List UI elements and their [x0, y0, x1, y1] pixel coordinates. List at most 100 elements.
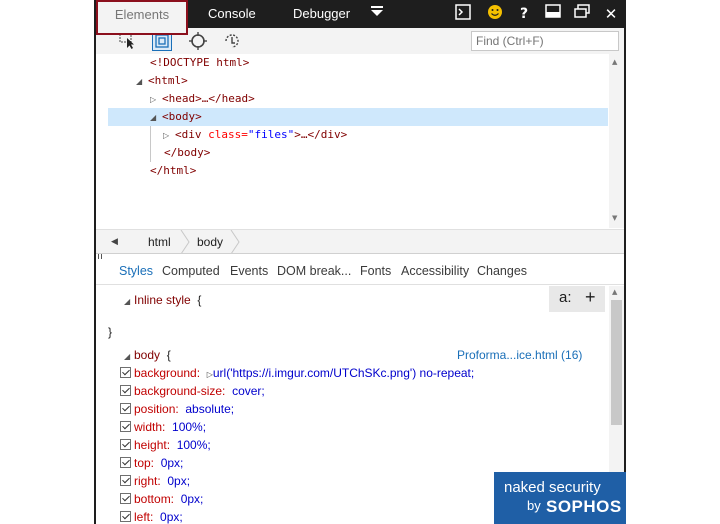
breadcrumb-separator [180, 230, 190, 254]
dom-scrollbar[interactable]: ▲ ▼ [609, 54, 624, 228]
css-property-row: bottom: 0px; [120, 490, 203, 508]
pseudo-class-toggle-button[interactable]: a: [559, 289, 572, 306]
rule-source-link[interactable]: Proforma...ice.html (16) [457, 346, 582, 364]
property-checkbox[interactable] [120, 439, 131, 450]
smiley-feedback-icon[interactable] [485, 4, 505, 24]
target-icon[interactable] [188, 31, 208, 51]
property-checkbox[interactable] [120, 475, 131, 486]
tab-fonts[interactable]: Fonts [360, 264, 391, 278]
indent-guide [150, 126, 151, 162]
find-input[interactable] [471, 31, 619, 51]
dom-node-div-files[interactable]: ▷ <div class="files">…</div> [163, 126, 347, 144]
styles-tabbar: Styles Computed Events DOM break... Font… [96, 259, 624, 285]
brace-open: { [166, 348, 171, 362]
doctype-text: <!DOCTYPE html> [150, 56, 250, 69]
logo-line1: naked security [504, 479, 601, 496]
brace-close: } [108, 325, 113, 339]
property-name[interactable]: top: [134, 456, 154, 470]
dom-node-body-selected[interactable]: ◢ <body> [108, 108, 608, 126]
dom-node-html[interactable]: ◢ <html> [136, 72, 188, 90]
breadcrumb-html[interactable]: html [148, 235, 171, 249]
help-icon[interactable]: ? [514, 4, 534, 24]
breadcrumb-label: body [197, 235, 224, 249]
tab-console[interactable]: Console [208, 0, 256, 28]
dom-node-head[interactable]: ▷ <head>…</head> [150, 90, 255, 108]
breadcrumb-back-icon[interactable]: ◀ [111, 236, 118, 247]
breadcrumb-separator [230, 230, 240, 254]
dock-bottom-icon[interactable] [543, 4, 563, 24]
scroll-up-icon[interactable]: ▲ [612, 58, 617, 66]
head-tag: <head>…</head> [162, 92, 255, 105]
property-checkbox[interactable] [120, 367, 131, 378]
property-name[interactable]: left: [134, 510, 153, 524]
breadcrumb-body[interactable]: body [197, 235, 223, 249]
property-name[interactable]: position: [134, 402, 179, 416]
tab-computed[interactable]: Computed [162, 264, 220, 278]
tab-styles[interactable]: Styles [119, 264, 153, 278]
property-checkbox[interactable] [120, 385, 131, 396]
property-checkbox[interactable] [120, 493, 131, 504]
property-name[interactable]: width: [134, 420, 165, 434]
collapse-triangle-icon[interactable]: ◢ [150, 109, 162, 127]
collapse-triangle-icon[interactable]: ◢ [124, 293, 134, 311]
new-rule-button[interactable]: + [585, 287, 596, 308]
property-value[interactable]: 0px; [161, 456, 184, 470]
property-name[interactable]: right: [134, 474, 161, 488]
inline-style-label: Inline style [134, 293, 191, 307]
scrollbar-thumb[interactable] [611, 300, 622, 425]
property-checkbox[interactable] [120, 421, 131, 432]
body-tag: <body> [162, 110, 202, 123]
property-value[interactable]: 0px; [160, 510, 183, 524]
tab-accessibility[interactable]: Accessibility [401, 264, 469, 278]
property-name[interactable]: background: [134, 366, 200, 380]
source-link-text: Proforma...ice.html (16) [457, 348, 583, 362]
property-value[interactable]: 0px; [167, 474, 190, 488]
dom-node-body-close: </body> [164, 144, 210, 162]
dom-node-html-close: </html> [150, 162, 196, 180]
dom-node-doctype[interactable]: <!DOCTYPE html> [150, 54, 249, 72]
tab-dom-breakpoints[interactable]: DOM break... [277, 264, 351, 278]
expand-triangle-icon[interactable]: ▷ [163, 127, 175, 145]
breadcrumb-label: html [148, 235, 171, 249]
css-property-row: top: 0px; [120, 454, 183, 472]
more-tabs-dropdown-icon[interactable] [367, 4, 387, 24]
property-checkbox[interactable] [120, 457, 131, 468]
css-property-row: position: absolute; [120, 400, 234, 418]
tab-label: Elements [114, 7, 170, 22]
attr-name: class= [208, 128, 248, 141]
property-name[interactable]: height: [134, 438, 170, 452]
body-close-tag: </body> [164, 146, 211, 159]
property-value[interactable]: 100%; [172, 420, 206, 434]
rule-selector: body [134, 348, 161, 362]
collapse-triangle-icon[interactable]: ◢ [136, 73, 148, 91]
expand-triangle-icon[interactable]: ▷ [150, 91, 162, 109]
css-property-row: background-size: cover; [120, 382, 265, 400]
tab-label: Console [208, 6, 256, 21]
property-value[interactable]: 0px; [181, 492, 204, 506]
property-value[interactable]: url('https://i.imgur.com/UTChSKc.png') n… [213, 366, 474, 380]
naked-security-logo: naked security by SOPHOS [494, 472, 626, 524]
scroll-up-icon[interactable]: ▲ [612, 288, 617, 296]
logo-brand: SOPHOS [546, 497, 622, 516]
property-name[interactable]: bottom: [134, 492, 174, 506]
devtools-window: Elements Console Debugger ? ✕ Find (Ctrl… [94, 0, 626, 524]
property-value[interactable]: 100%; [177, 438, 211, 452]
console-prompt-icon[interactable] [453, 4, 473, 24]
property-value[interactable]: cover; [232, 384, 265, 398]
css-property-row: width: 100%; [120, 418, 206, 436]
touch-icon[interactable] [222, 31, 242, 51]
property-checkbox[interactable] [120, 403, 131, 414]
inline-style-close: } [108, 323, 112, 341]
property-name[interactable]: background-size: [134, 384, 225, 398]
tab-events[interactable]: Events [230, 264, 268, 278]
undock-icon[interactable] [572, 4, 592, 24]
html-close-tag: </html> [150, 164, 197, 177]
property-checkbox[interactable] [120, 511, 131, 522]
scroll-down-icon[interactable]: ▼ [612, 214, 617, 222]
tab-elements[interactable]: Elements [96, 0, 188, 35]
tab-debugger[interactable]: Debugger [293, 0, 350, 28]
close-icon[interactable]: ✕ [601, 4, 621, 24]
breadcrumb: ◀ html body [96, 229, 624, 254]
tab-changes[interactable]: Changes [477, 264, 527, 278]
property-value[interactable]: absolute; [185, 402, 234, 416]
